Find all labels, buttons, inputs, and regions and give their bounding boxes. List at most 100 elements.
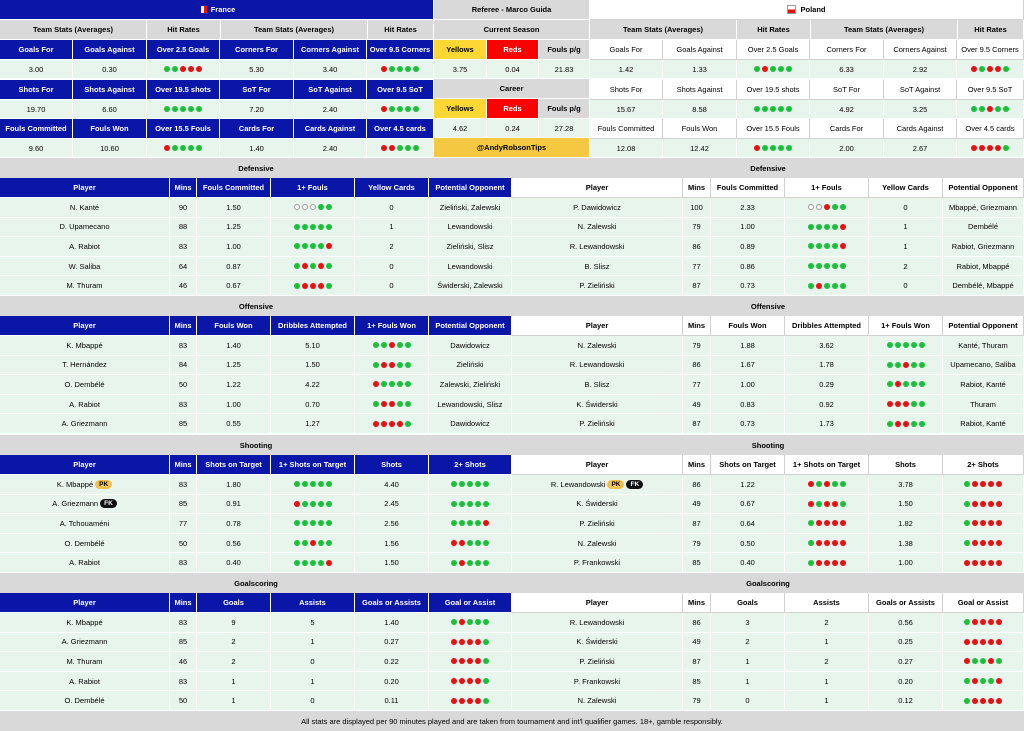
hit-green-dot (786, 145, 792, 151)
table-cell: 0.50 (711, 533, 785, 554)
stat-label: SoT Against (884, 80, 957, 100)
table-cell: Dawidowicz (429, 414, 512, 434)
column-header: Yellow Cards (355, 178, 429, 198)
table-cell: 0.92 (785, 394, 869, 415)
hit-green-dot (325, 263, 332, 270)
hit-green-dot (823, 223, 830, 230)
hit-rate-dots (355, 355, 429, 376)
hit-red-dot (972, 619, 978, 626)
hit-red-dot (972, 697, 978, 704)
stat-label: Cards For (810, 119, 884, 139)
table-cell: 0 (869, 198, 943, 218)
hit-red-dot (972, 559, 978, 566)
table-cell: 86 (683, 475, 711, 495)
hit-rate-dots (429, 671, 512, 692)
team-stats-header: Team Stats (Averages) (221, 20, 368, 40)
france-flag-icon (197, 6, 207, 13)
hit-red-dot (980, 481, 986, 488)
hit-green-dot (483, 619, 489, 626)
player-name-text: A. Rabiot (69, 676, 100, 686)
penalty-badge: PK (95, 479, 113, 489)
player-name-text: K. Mbappé (56, 479, 94, 489)
column-header: Mins (170, 593, 197, 613)
column-header: Potential Opponent (429, 316, 512, 336)
stat-label: SoT Against (294, 80, 367, 100)
hit-rate-dots (355, 414, 429, 434)
column-header: Player (0, 178, 170, 198)
hit-red-dot (902, 401, 909, 408)
hit-rate-dots (429, 514, 512, 534)
table-cell: Rabiot, Mbappé (943, 256, 1024, 277)
hit-green-dot (815, 500, 822, 507)
hit-green-dot (972, 658, 978, 665)
table-cell: 0.86 (711, 256, 785, 277)
hit-rate-dots (943, 691, 1024, 711)
table-cell: 0.73 (711, 276, 785, 296)
player-name: P. Zieliński (512, 414, 683, 434)
player-name-text: N. Kanté (69, 202, 100, 212)
table-cell: 0 (869, 276, 943, 296)
fouls-pg-label: Fouls p/g (539, 40, 590, 60)
stat-value: 2.92 (884, 60, 957, 79)
footer-note: All stats are displayed per 90 minutes p… (0, 711, 1024, 731)
hit-green-dot (964, 520, 970, 527)
hit-red-dot (980, 540, 986, 547)
hit-rate-dots (147, 60, 220, 79)
hit-red-dot (451, 697, 457, 704)
stat-value: 12.42 (663, 139, 737, 158)
hit-rate-dots (271, 198, 355, 218)
stat-value: 5.30 (220, 60, 294, 79)
hit-green-dot (317, 204, 324, 211)
hit-red-dot (807, 500, 814, 507)
hit-green-dot (475, 520, 481, 527)
hit-green-dot (831, 223, 838, 230)
table-cell: 85 (170, 414, 197, 434)
table-cell: Upamecano, Saliba (943, 355, 1024, 376)
hit-green-dot (1003, 106, 1009, 112)
hit-green-dot (380, 381, 387, 388)
hit-green-dot (483, 678, 489, 685)
hit-red-dot (325, 243, 332, 250)
table-cell: 2.33 (711, 198, 785, 218)
section-title: Goalscoring (0, 573, 512, 593)
hit-red-dot (972, 481, 978, 488)
section-title: Goalscoring (512, 573, 1024, 593)
hit-green-dot (164, 66, 170, 72)
section-title: Defensive (512, 158, 1024, 178)
hit-green-dot (293, 243, 300, 250)
hit-red-dot (995, 66, 1001, 72)
player-name: P. Zieliński (512, 652, 683, 672)
hit-green-dot (467, 540, 473, 547)
column-header: Dribbles Attempted (271, 316, 355, 336)
hit-red-dot (459, 638, 465, 645)
hit-rate-dots (785, 553, 869, 573)
column-header: Player (512, 593, 683, 613)
table-cell: 0.89 (711, 237, 785, 257)
table-cell: Zalewski, Zieliński (429, 375, 512, 395)
table-cell: 83 (170, 237, 197, 257)
player-name-text: T. Hernández (62, 360, 107, 370)
hit-red-dot (389, 145, 395, 151)
hit-green-dot (372, 342, 379, 349)
player-name-text: D. Upamecano (59, 222, 110, 232)
hit-green-dot (188, 106, 194, 112)
hit-red-dot (388, 361, 395, 368)
player-name: K. Świderski (512, 394, 683, 415)
player-name: D. Upamecano (0, 217, 170, 238)
hit-red-dot (996, 697, 1002, 704)
table-cell: 0.83 (711, 394, 785, 415)
hit-red-dot (815, 282, 822, 289)
hit-red-dot (996, 638, 1002, 645)
hit-red-dot (459, 540, 465, 547)
player-name-text: K. Świderski (576, 637, 618, 647)
table-cell: 0.20 (869, 671, 943, 692)
table-cell: 79 (683, 691, 711, 711)
table-cell: 0 (271, 652, 355, 672)
hit-green-dot (918, 401, 925, 408)
hit-green-dot (910, 420, 917, 427)
player-name-text: M. Thuram (66, 656, 103, 666)
player-name: A. Rabiot (0, 237, 170, 257)
hit-rates-header: Hit Rates (737, 20, 811, 40)
stat-label: Over 19.5 shots (147, 80, 220, 100)
table-cell: 2 (355, 237, 429, 257)
